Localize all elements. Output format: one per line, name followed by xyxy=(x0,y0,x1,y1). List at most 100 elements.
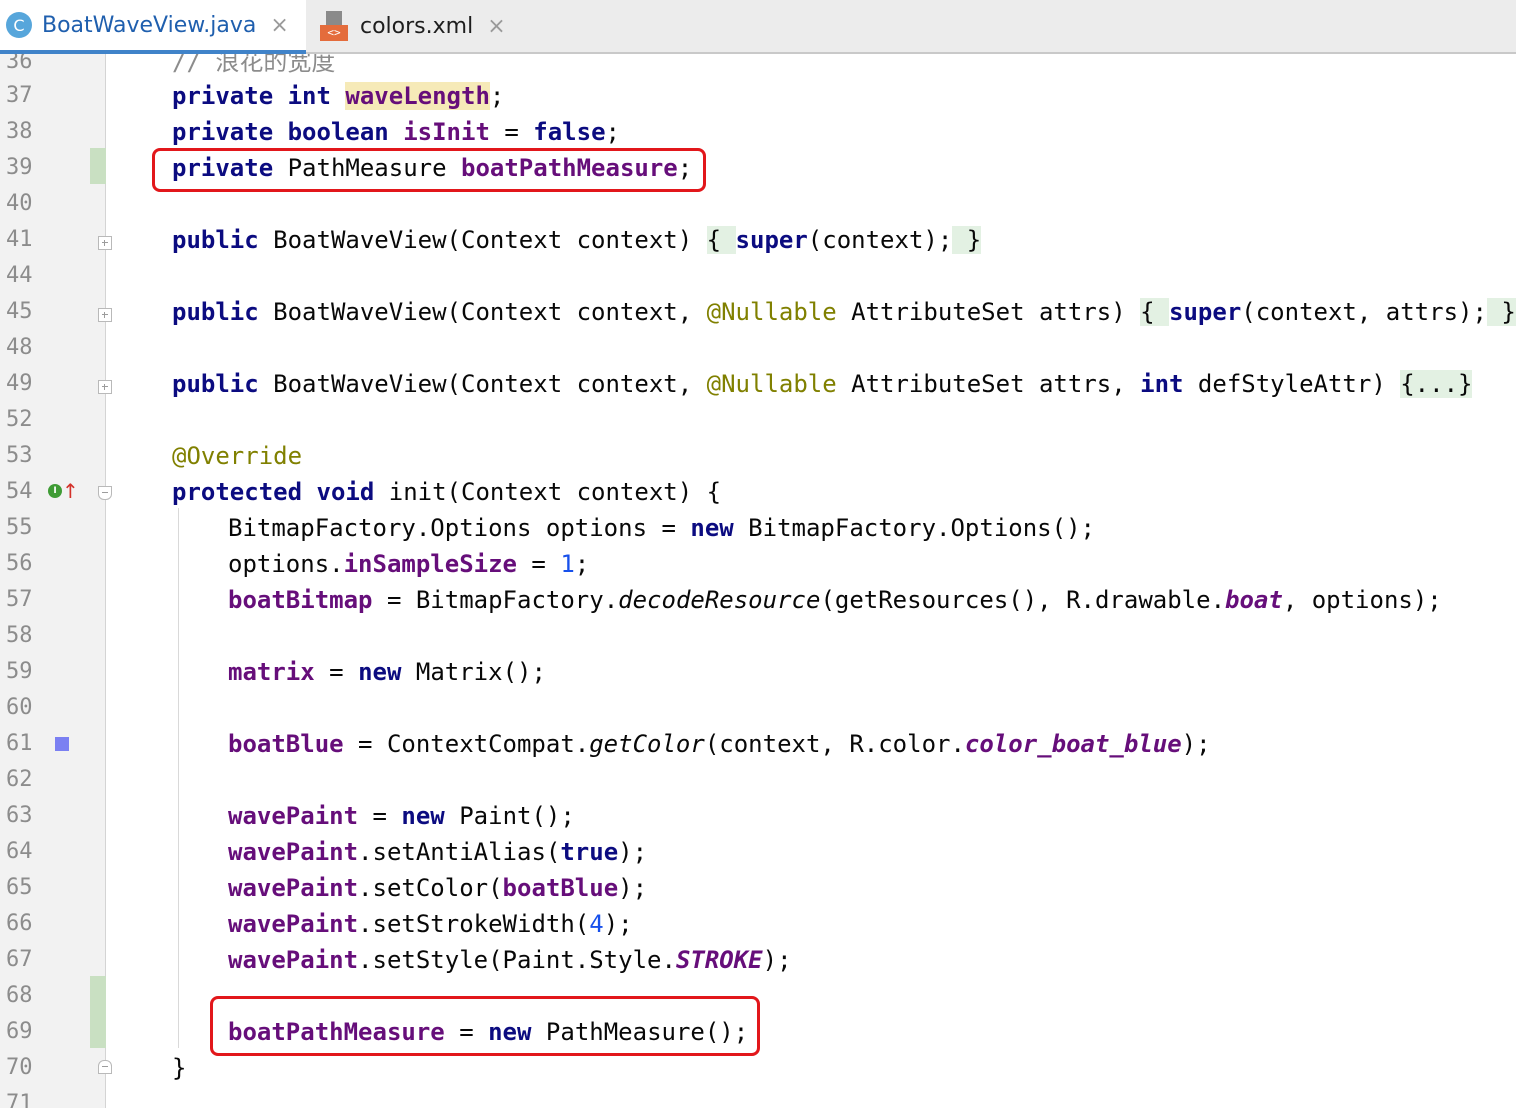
implements-override-icon[interactable]: I ↑ xyxy=(48,480,79,504)
operator: = xyxy=(358,802,402,830)
code-segment: ); xyxy=(618,838,648,866)
line-number: 62 xyxy=(6,767,33,792)
code-text: private boolean isInit = false; xyxy=(172,114,620,150)
code-segment: .setAntiAlias( xyxy=(358,838,561,866)
tab-boatwaveview-java[interactable]: C BoatWaveView.java × xyxy=(0,0,306,54)
keyword: super xyxy=(1169,298,1242,326)
fold-expand-icon[interactable] xyxy=(98,308,112,322)
line-number: 49 xyxy=(6,371,33,396)
keyword: public xyxy=(172,226,259,254)
code-line: 53 @Override xyxy=(0,438,1516,474)
line-number: 48 xyxy=(6,335,33,360)
tab-colors-xml[interactable]: <> colors.xml × xyxy=(306,0,526,52)
static-field: color_boat_blue xyxy=(964,730,1182,758)
static-field: STROKE xyxy=(675,946,763,974)
code-segment: ); xyxy=(603,910,633,938)
close-icon[interactable]: × xyxy=(270,13,288,38)
folded-code-block[interactable]: {...} xyxy=(1400,370,1473,398)
code-text: wavePaint.setStrokeWidth(4); xyxy=(228,906,633,942)
tab-label: BoatWaveView.java xyxy=(42,12,257,38)
code-text: options.inSampleSize = 1; xyxy=(228,546,589,582)
signature: init(Context context) { xyxy=(374,478,722,506)
code-segment: .setStyle(Paint.Style. xyxy=(358,946,676,974)
line-number: 52 xyxy=(6,407,33,432)
annotation: @Override xyxy=(172,442,303,470)
line-number: 41 xyxy=(6,227,33,252)
fold-expand-icon[interactable] xyxy=(98,380,112,394)
code-text: wavePaint.setColor(boatBlue); xyxy=(228,870,647,906)
arguments: (context); xyxy=(807,226,953,254)
code-segment: .setStrokeWidth( xyxy=(358,910,590,938)
keyword: int xyxy=(1140,370,1184,398)
code-text: wavePaint = new Paint(); xyxy=(228,798,575,834)
keyword: private int xyxy=(172,82,331,110)
xml-badge: <> xyxy=(320,25,348,41)
line-number: 56 xyxy=(6,551,33,576)
highlight-box xyxy=(210,996,760,1056)
code-line: 61 boatBlue = ContextCompat.getColor(con… xyxy=(0,726,1516,762)
code-text: protected void init(Context context) { xyxy=(172,474,721,510)
code-segment: BitmapFactory.Options options = xyxy=(228,514,691,542)
annotation: @Nullable xyxy=(706,298,837,326)
line-number: 38 xyxy=(6,119,33,144)
field-name: boatBlue xyxy=(502,874,619,902)
keyword: new xyxy=(690,514,734,542)
code-text: BitmapFactory.Options options = new Bitm… xyxy=(228,510,1095,546)
operator: = xyxy=(489,118,534,146)
field-name: waveLength xyxy=(345,82,490,110)
keyword: protected void xyxy=(172,478,375,506)
code-text: boatBitmap = BitmapFactory.decodeResourc… xyxy=(228,582,1442,618)
collapsed-brace[interactable]: } xyxy=(952,226,982,254)
field-name: wavePaint xyxy=(228,910,359,938)
collapsed-brace[interactable]: } xyxy=(1486,298,1516,326)
code-text: wavePaint.setStyle(Paint.Style.STROKE); xyxy=(228,942,792,978)
collapsed-brace[interactable]: { xyxy=(706,226,736,254)
static-method: getColor xyxy=(589,730,705,758)
code-editor[interactable]: 36 // 浪花的宽度 37 private int waveLength; 3… xyxy=(0,54,1516,1108)
color-preview-icon[interactable] xyxy=(55,737,69,751)
interface-icon: I xyxy=(48,484,62,498)
code-line: 66 wavePaint.setStrokeWidth(4); xyxy=(0,906,1516,942)
field-name: wavePaint xyxy=(228,946,359,974)
line-number: 69 xyxy=(6,1019,33,1044)
code-text: public BoatWaveView(Context context) { s… xyxy=(172,222,982,258)
code-segment: = ContextCompat. xyxy=(343,730,590,758)
line-number: 66 xyxy=(6,911,33,936)
line-number: 60 xyxy=(6,695,33,720)
comment: // 浪花的宽度 xyxy=(172,54,336,76)
fold-expand-icon[interactable] xyxy=(98,236,112,250)
close-icon[interactable]: × xyxy=(487,14,505,39)
code-line: 38 private boolean isInit = false; xyxy=(0,114,1516,150)
closing-brace: } xyxy=(172,1054,187,1082)
code-line: 55 BitmapFactory.Options options = new B… xyxy=(0,510,1516,546)
code-line: 62 xyxy=(0,762,1516,798)
code-line: 44 xyxy=(0,258,1516,294)
line-number: 57 xyxy=(6,587,33,612)
line-number: 67 xyxy=(6,947,33,972)
line-number: 61 xyxy=(6,731,33,756)
code-line: 63 wavePaint = new Paint(); xyxy=(0,798,1516,834)
code-line: 57 boatBitmap = BitmapFactory.decodeReso… xyxy=(0,582,1516,618)
code-text: public BoatWaveView(Context context, @Nu… xyxy=(172,294,1516,330)
fold-collapse-icon[interactable] xyxy=(98,486,112,500)
code-text: matrix = new Matrix(); xyxy=(228,654,546,690)
field-name: isInit xyxy=(403,118,490,146)
code-segment: Matrix(); xyxy=(401,658,546,686)
signature: AttributeSet attrs) xyxy=(836,298,1141,326)
code-segment: BitmapFactory.Options(); xyxy=(733,514,1095,542)
code-line: 59 matrix = new Matrix(); xyxy=(0,654,1516,690)
code-line: 67 wavePaint.setStyle(Paint.Style.STROKE… xyxy=(0,942,1516,978)
keyword: public xyxy=(172,370,259,398)
highlight-box xyxy=(152,148,706,192)
code-line: 58 xyxy=(0,618,1516,654)
punct: ; xyxy=(574,550,590,578)
code-line: 36 // 浪花的宽度 xyxy=(0,54,1516,80)
line-number: 59 xyxy=(6,659,33,684)
annotation: @Nullable xyxy=(706,370,837,398)
keyword: true xyxy=(560,838,619,866)
fold-end-icon[interactable] xyxy=(98,1060,112,1074)
code-line: 56 options.inSampleSize = 1; xyxy=(0,546,1516,582)
code-segment: , options); xyxy=(1282,586,1442,614)
collapsed-brace[interactable]: { xyxy=(1140,298,1170,326)
number-literal: 1 xyxy=(560,550,575,578)
